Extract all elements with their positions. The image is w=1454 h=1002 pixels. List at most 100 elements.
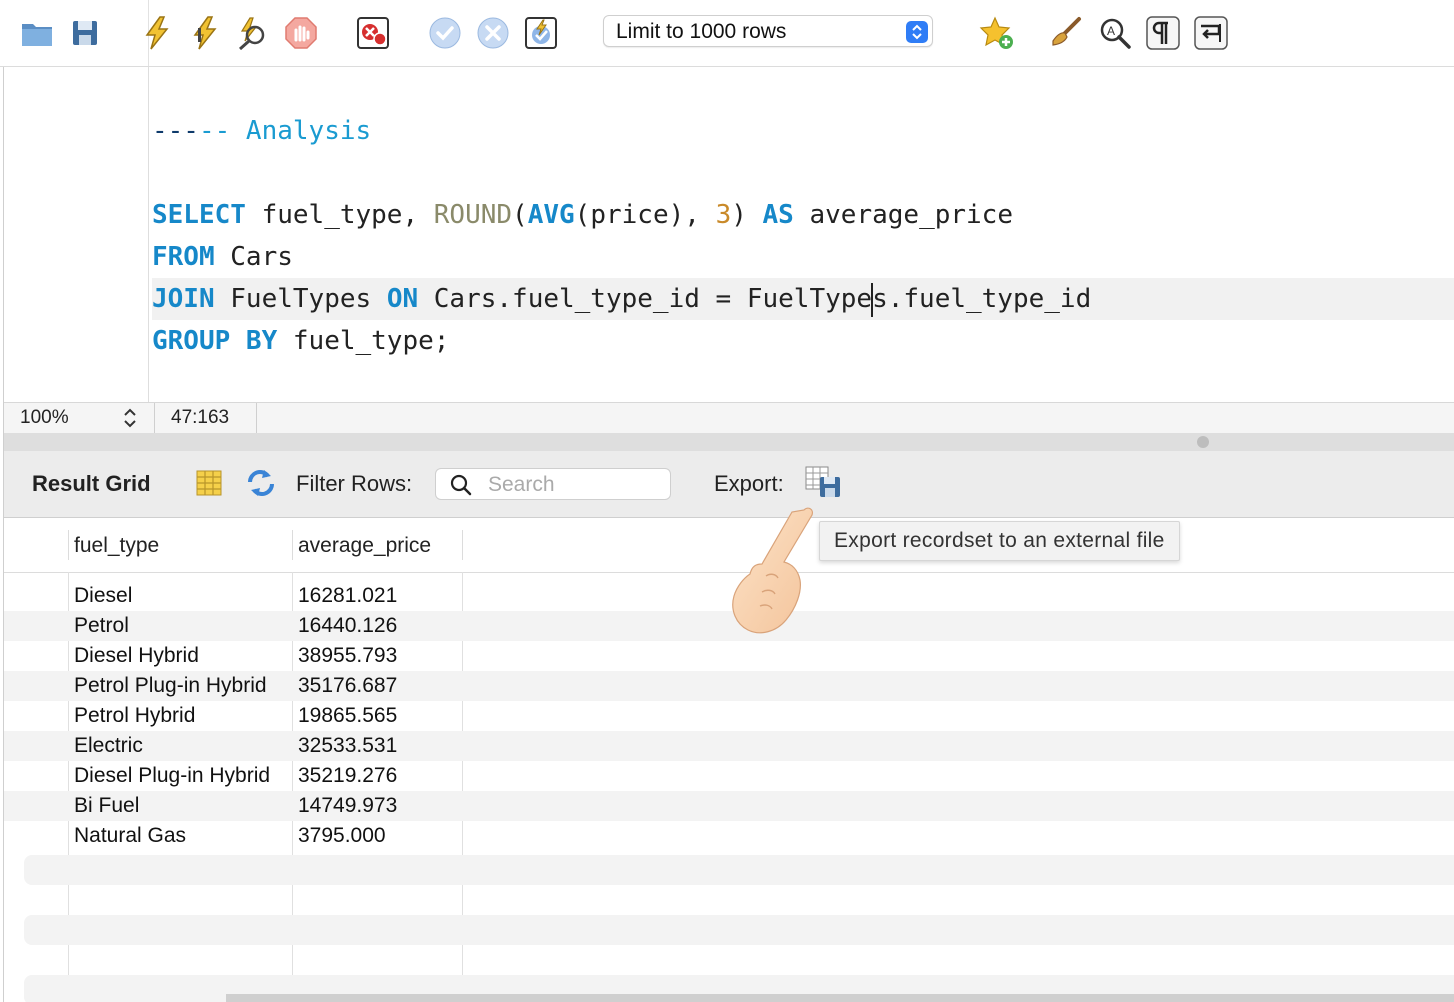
group-column: fuel_type; (277, 326, 450, 356)
function-avg: AVG (527, 200, 575, 230)
refresh-icon[interactable] (244, 468, 274, 498)
filter-search-input[interactable] (486, 472, 666, 498)
table-row[interactable]: Petrol Plug-in Hybrid 35176.687 (4, 671, 1454, 701)
keyword-group-by: GROUP BY (152, 326, 278, 356)
select-stepper-icon (906, 21, 928, 43)
zoom-stepper-icon[interactable] (122, 406, 138, 430)
from-table: Cars (214, 242, 293, 272)
comment-text: -- Analysis (198, 116, 372, 146)
svg-text:A: A (1107, 24, 1115, 38)
column-header-average-price[interactable]: average_price (298, 534, 431, 558)
cell-fuel-type[interactable]: Diesel Hybrid (74, 644, 199, 668)
status-divider (154, 403, 155, 433)
cell-average-price[interactable]: 16281.021 (298, 584, 397, 608)
close-paren: ) (731, 200, 763, 230)
cell-fuel-type[interactable]: Electric (74, 734, 143, 758)
toggle-error-icon[interactable] (354, 14, 392, 52)
keyword-join: JOIN (152, 284, 215, 314)
code-line-from: FROM Cars (152, 236, 293, 278)
cell-fuel-type[interactable]: Petrol Plug-in Hybrid (74, 674, 267, 698)
zoom-level[interactable]: 100% (20, 407, 69, 429)
join-condition-part1: Cars.fuel_type_id = FuelType (418, 284, 873, 314)
code-line-join-current: JOIN FuelTypes ON Cars.fuel_type_id = Fu… (152, 278, 1454, 320)
autocommit-icon[interactable] (522, 14, 560, 52)
join-condition-part2: s.fuel_type_id (872, 284, 1092, 314)
code-line-group-by: GROUP BY fuel_type; (152, 320, 449, 362)
cell-fuel-type[interactable]: Diesel (74, 584, 132, 608)
sql-editor[interactable]: ----- Analysis SELECT fuel_type, ROUND(A… (4, 67, 1454, 402)
code-line-select: SELECT fuel_type, ROUND(AVG(price), 3) A… (152, 194, 1013, 236)
table-row[interactable]: Petrol Hybrid 19865.565 (4, 701, 1454, 731)
invisible-chars-icon[interactable] (1144, 14, 1182, 52)
result-grid-title[interactable]: Result Grid (32, 471, 151, 497)
empty-row (24, 915, 1454, 945)
join-table: FuelTypes (214, 284, 387, 314)
search-icon (450, 474, 472, 502)
editor-status-bar: 100% 47:163 (4, 402, 1454, 434)
comment-dashes: --- (152, 116, 199, 146)
cell-average-price[interactable]: 19865.565 (298, 704, 397, 728)
keyword-from: FROM (152, 242, 215, 272)
execute-current-icon[interactable] (186, 14, 224, 52)
empty-row (24, 855, 1454, 885)
column-alias: average_price (793, 200, 1013, 230)
cell-fuel-type[interactable]: Petrol Hybrid (74, 704, 195, 728)
folder-icon[interactable] (18, 14, 56, 52)
export-tooltip: Export recordset to an external file (819, 521, 1180, 561)
limit-rows-select[interactable]: Limit to 1000 rows (603, 15, 933, 47)
code-area[interactable]: ----- Analysis SELECT fuel_type, ROUND(A… (152, 67, 1454, 402)
column-divider (68, 530, 69, 560)
status-divider (256, 403, 257, 433)
cell-average-price[interactable]: 35176.687 (298, 674, 397, 698)
cell-fuel-type[interactable]: Diesel Plug-in Hybrid (74, 764, 270, 788)
cell-average-price[interactable]: 38955.793 (298, 644, 397, 668)
column-header-fuel-type[interactable]: fuel_type (74, 534, 159, 558)
line-number-gutter (4, 67, 149, 402)
keyword-on: ON (386, 284, 419, 314)
export-recordset-icon[interactable] (804, 465, 844, 501)
bookmark-add-icon[interactable] (978, 14, 1016, 52)
keyword-as: AS (762, 200, 794, 230)
execute-icon[interactable] (138, 14, 176, 52)
cell-fuel-type[interactable]: Natural Gas (74, 824, 186, 848)
sql-editor-toolbar: Limit to 1000 rows A (0, 0, 1454, 67)
function-round: ROUND (433, 200, 513, 230)
cell-fuel-type[interactable]: Petrol (74, 614, 129, 638)
grid-view-icon[interactable] (194, 468, 224, 498)
cell-average-price[interactable]: 14749.973 (298, 794, 397, 818)
limit-rows-value: Limit to 1000 rows (616, 20, 787, 43)
cell-fuel-type[interactable]: Bi Fuel (74, 794, 139, 818)
keyword-select: SELECT (152, 200, 246, 230)
commit-icon[interactable] (426, 14, 464, 52)
cursor-position: 47:163 (171, 407, 230, 428)
cell-average-price[interactable]: 3795.000 (298, 824, 386, 848)
column-divider (462, 530, 463, 560)
column-divider (292, 530, 293, 560)
cell-average-price[interactable]: 35219.276 (298, 764, 397, 788)
splitter-handle[interactable] (1197, 436, 1209, 448)
code-line-comment: ----- Analysis (152, 110, 371, 152)
stop-icon[interactable] (282, 14, 320, 52)
table-row[interactable]: Diesel Plug-in Hybrid 35219.276 (4, 761, 1454, 791)
number-literal: 3 (715, 200, 732, 230)
filter-rows-label: Filter Rows: (296, 471, 413, 496)
beautify-icon[interactable] (1048, 14, 1086, 52)
select-columns: fuel_type, (245, 200, 434, 230)
explain-icon[interactable] (234, 14, 272, 52)
open-paren: ( (512, 200, 528, 230)
wrap-icon[interactable] (1192, 14, 1230, 52)
avg-argument: (price), (574, 200, 716, 230)
pointing-hand-icon (722, 500, 822, 650)
find-icon[interactable]: A (1096, 14, 1134, 52)
cell-average-price[interactable]: 32533.531 (298, 734, 397, 758)
table-row[interactable]: Electric 32533.531 (4, 731, 1454, 761)
table-row[interactable]: Bi Fuel 14749.973 (4, 791, 1454, 821)
table-row[interactable]: Natural Gas 3795.000 (4, 821, 1454, 851)
horizontal-scrollbar[interactable] (226, 994, 1454, 1002)
save-icon[interactable] (66, 14, 104, 52)
export-label: Export: (714, 471, 784, 496)
cell-average-price[interactable]: 16440.126 (298, 614, 397, 638)
filter-search-box[interactable] (435, 468, 671, 500)
rollback-icon[interactable] (474, 14, 512, 52)
panel-splitter[interactable] (4, 433, 1454, 451)
